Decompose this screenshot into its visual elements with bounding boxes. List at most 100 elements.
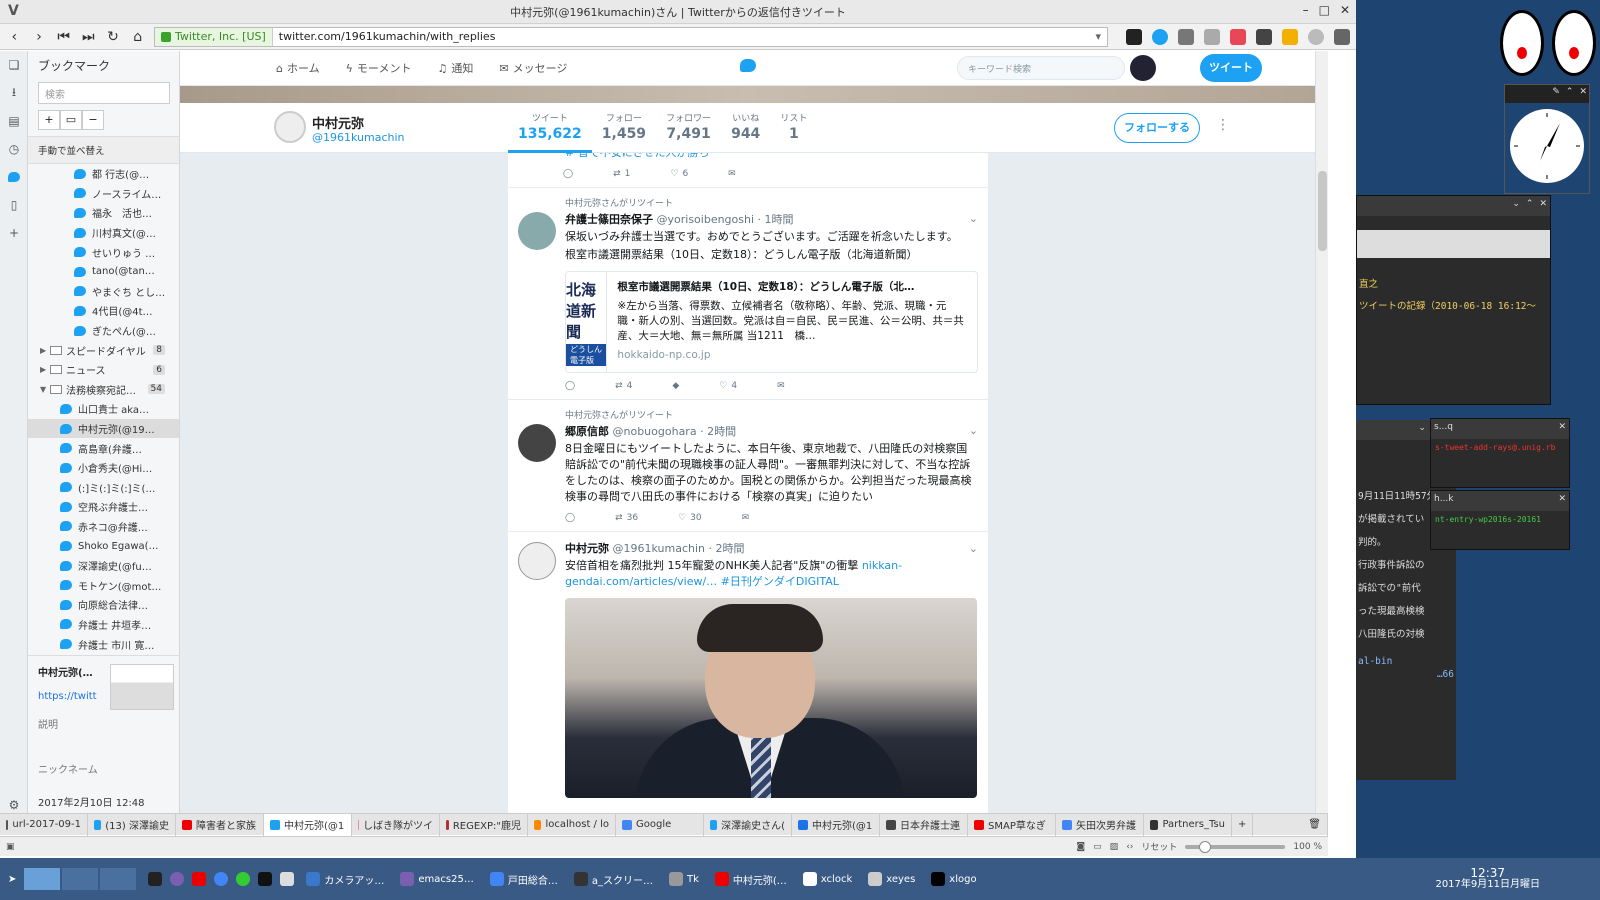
tweet-handle[interactable]: @nobuogohara bbox=[613, 425, 697, 438]
bookmark-item[interactable]: せいりゅう … bbox=[28, 242, 179, 262]
profile-handle[interactable]: @1961kumachin bbox=[312, 131, 405, 144]
chevron-down-icon[interactable]: ▾ bbox=[1096, 30, 1108, 43]
browser-tab[interactable]: 日本弁護士連 bbox=[880, 813, 968, 836]
address-bar[interactable]: Twitter, Inc. [US] twitter.com/1961kumac… bbox=[154, 26, 1109, 47]
taskbar-app[interactable]: xclock bbox=[795, 865, 860, 893]
minimize-icon[interactable]: – bbox=[1303, 3, 1309, 17]
profile-stat[interactable]: フォロワー 7,491 bbox=[656, 103, 721, 153]
reply-icon[interactable]: ◯ bbox=[563, 169, 573, 179]
browser-tab[interactable]: 矢田次男弁護 bbox=[1056, 813, 1144, 836]
tweet-hashtag[interactable]: #日刊ゲンダイDIGITAL bbox=[721, 575, 839, 588]
add-folder-button[interactable]: ▭ bbox=[60, 110, 82, 130]
security-badge[interactable]: Twitter, Inc. [US] bbox=[155, 27, 273, 46]
like-button[interactable]: ♡ 4 bbox=[719, 381, 737, 391]
tweet-author[interactable]: 中村元弥 bbox=[565, 542, 609, 555]
chrome-launcher-icon[interactable] bbox=[214, 872, 229, 886]
twitter-panel-icon[interactable] bbox=[0, 163, 28, 191]
workspace-pager[interactable] bbox=[24, 868, 137, 890]
screenshot-launcher-icon[interactable] bbox=[280, 872, 295, 886]
bookmark-panel-icon[interactable]: ❏ bbox=[0, 51, 28, 79]
tweet-author[interactable]: 郷原信郎 bbox=[565, 425, 609, 438]
nav-moments[interactable]: ϟ モーメント bbox=[346, 60, 412, 76]
tweet-item[interactable]: 中村元弥さんがリツイート 弁護士篠田奈保子 @yorisoibengoshi ·… bbox=[508, 188, 988, 400]
taskbar-app[interactable]: Tk bbox=[661, 865, 707, 893]
page-scrollbar[interactable] bbox=[1315, 51, 1328, 832]
retweet-button[interactable]: ⇄ 36 bbox=[615, 513, 638, 523]
tweet-handle[interactable]: @1961kumachin bbox=[613, 542, 706, 555]
bookmark-item[interactable]: 山口貴士 aka… bbox=[28, 399, 179, 419]
emacs-launcher-icon[interactable] bbox=[170, 872, 185, 886]
tweet-avatar[interactable] bbox=[518, 424, 556, 462]
term2-launcher-icon[interactable] bbox=[258, 872, 273, 886]
reply-icon[interactable]: ◯ bbox=[565, 381, 575, 391]
bookmark-item[interactable]: やまぐち とし… bbox=[28, 282, 179, 302]
mini-window-1[interactable]: s...q ✕ s-tweet-add-rays@.unig.rb bbox=[1430, 418, 1570, 488]
tweet-item[interactable]: 中村元弥さんがリツイート 郷原信郎 @nobuogohara · 2時間 ⌄ 8… bbox=[508, 400, 988, 532]
home-icon[interactable]: ⌂ bbox=[129, 29, 146, 45]
like-button[interactable]: ♡ 6 bbox=[670, 169, 688, 179]
tweet-menu-chevron-icon[interactable]: ⌄ bbox=[969, 212, 978, 225]
zoom-slider[interactable] bbox=[1185, 840, 1286, 853]
tweet-time[interactable]: 2時間 bbox=[707, 425, 736, 438]
mini-window-2[interactable]: h...k ✕ nt-entry-wp2016s-20161 bbox=[1430, 490, 1570, 550]
page-actions-icon[interactable]: ‹› bbox=[1126, 842, 1133, 852]
ext-icon-2[interactable] bbox=[1152, 28, 1169, 45]
bookmarks-search-input[interactable]: 検索 bbox=[38, 82, 170, 104]
back-icon[interactable]: ‹ bbox=[6, 29, 23, 45]
like-button[interactable]: ♡ 30 bbox=[678, 513, 702, 523]
dm-icon[interactable]: ✉ bbox=[728, 169, 736, 179]
bookmark-folder[interactable]: ▶ スピードダイヤル 8 bbox=[28, 340, 179, 360]
retweet-button[interactable]: ⇄ 1 bbox=[613, 169, 630, 179]
taskbar-app[interactable]: 戸田総合… bbox=[482, 865, 566, 893]
bookmark-item[interactable]: 向原総合法律… bbox=[28, 595, 179, 615]
download-panel-icon[interactable]: ⭳ bbox=[0, 79, 28, 107]
tweet-item[interactable]: 中村元弥 @1961kumachin · 2時間 ⌄ 安倍首相を痛烈批判 15年… bbox=[508, 532, 988, 806]
close-icon[interactable]: ✕ bbox=[1558, 494, 1566, 508]
fast-forward-icon[interactable]: ⏭ bbox=[80, 29, 97, 45]
taskbar-app[interactable]: 中村元弥(… bbox=[707, 865, 795, 893]
terminal-window[interactable]: ⌄ ⌃ ✕ 直之 ツイートの記録（2010-06-18 16:12〜 bbox=[1356, 195, 1551, 405]
bookmark-item[interactable]: 小倉秀夫(@Hi… bbox=[28, 458, 179, 478]
clock[interactable]: 12:37 2017年9月11日月曜日 bbox=[1435, 867, 1540, 891]
ext-icon-3[interactable] bbox=[1178, 28, 1195, 45]
start-menu-icon[interactable]: ➤ bbox=[0, 865, 24, 893]
history-panel-icon[interactable]: ◷ bbox=[0, 135, 28, 163]
chevron-up-icon[interactable]: ⌃ bbox=[1526, 199, 1534, 213]
browser-tab[interactable]: (13) 深澤諭史 bbox=[88, 813, 176, 836]
close-icon[interactable]: ✕ bbox=[1340, 3, 1350, 17]
browser-tab[interactable]: 障害者と家族 bbox=[176, 813, 264, 836]
tweet-menu-chevron-icon[interactable]: ⌄ bbox=[969, 424, 978, 437]
close-icon[interactable]: ✕ bbox=[1539, 199, 1547, 213]
tweet-avatar[interactable] bbox=[518, 542, 556, 580]
bookmark-item[interactable]: 福永 活也… bbox=[28, 203, 179, 223]
bookmark-item[interactable]: 弁護士 井垣孝… bbox=[28, 615, 179, 635]
twitter-bird-icon[interactable] bbox=[740, 59, 756, 72]
close-icon[interactable]: ✕ bbox=[1558, 422, 1566, 436]
tweet-photo[interactable] bbox=[565, 598, 977, 798]
remove-bookmark-button[interactable]: − bbox=[82, 110, 104, 130]
images-icon[interactable]: ▨ bbox=[1110, 842, 1119, 852]
browser-tab[interactable]: REGEXP:"鹿児 bbox=[440, 813, 528, 836]
pocket-icon[interactable]: ◆ bbox=[672, 381, 679, 391]
vivaldi-launcher-icon[interactable] bbox=[192, 872, 207, 886]
vivaldi-menu-icon[interactable]: V bbox=[8, 3, 19, 19]
expand-caret-icon[interactable]: ▶ bbox=[40, 365, 50, 374]
zoom-reset-button[interactable]: リセット bbox=[1141, 840, 1177, 853]
add-bookmark-button[interactable]: + bbox=[38, 110, 60, 130]
bookmark-item[interactable]: モトケン(@mot… bbox=[28, 575, 179, 595]
page-panel-icon[interactable]: ▯ bbox=[0, 191, 28, 219]
browser-tab[interactable]: 中村元弥(@1 bbox=[792, 813, 880, 836]
camera-icon[interactable]: ◙ bbox=[1076, 842, 1085, 852]
close-icon[interactable]: ✕ bbox=[1579, 87, 1587, 101]
bookmark-item[interactable]: 4代目(@4t… bbox=[28, 301, 179, 321]
profile-stat[interactable]: ツイート 135,622 bbox=[508, 103, 592, 153]
rewind-icon[interactable]: ⏮ bbox=[55, 29, 72, 45]
bookmark-item[interactable]: Shoko Egawa(… bbox=[28, 536, 179, 556]
browser-tab[interactable]: Partners_Tsu bbox=[1144, 813, 1232, 836]
taskbar-app[interactable]: xlogo bbox=[923, 865, 984, 893]
tweet-time[interactable]: 1時間 bbox=[765, 213, 794, 226]
profile-avatar[interactable] bbox=[274, 111, 306, 143]
nav-messages[interactable]: ✉ メッセージ bbox=[499, 60, 567, 76]
chevron-up-icon[interactable]: ⌃ bbox=[1566, 87, 1574, 101]
bookmark-item[interactable]: 都 行志(@… bbox=[28, 164, 179, 184]
